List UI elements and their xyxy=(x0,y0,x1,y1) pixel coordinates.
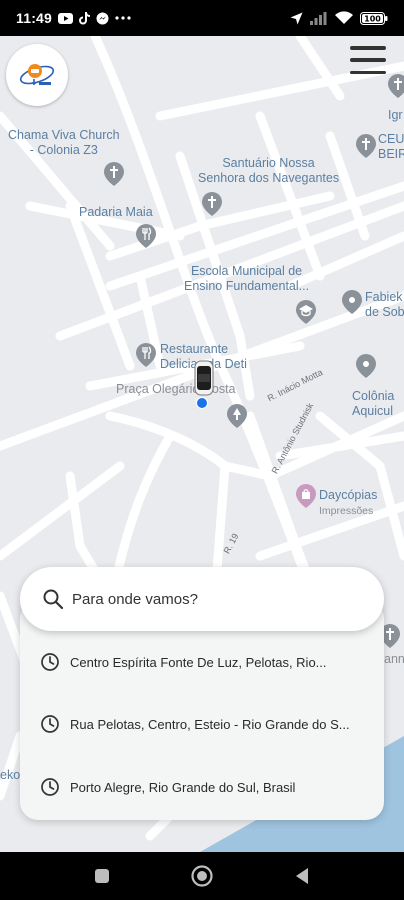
home-circle-icon[interactable] xyxy=(188,862,216,890)
colonia-pin-icon[interactable] xyxy=(356,354,376,378)
recent-destination-label: Rua Pelotas, Centro, Esteio - Rio Grande… xyxy=(70,716,350,732)
wifi-icon xyxy=(335,11,353,25)
recent-destination-label: Porto Alegre, Rio Grande do Sul, Brasil xyxy=(70,779,296,795)
search-placeholder: Para onde vamos? xyxy=(72,590,198,608)
park-pin-icon[interactable] xyxy=(227,404,247,428)
menu-line xyxy=(350,46,386,50)
battery-icon: 100 xyxy=(360,11,388,25)
restaurant-pin-icon[interactable] xyxy=(136,224,156,248)
more-dots-icon xyxy=(115,16,131,20)
messenger-icon xyxy=(96,12,109,25)
daycopias-sub-label: Impressões xyxy=(319,505,374,517)
ceu-pin-icon[interactable] xyxy=(356,134,376,158)
escola-label: Escola Municipal de Ensino Fundamental..… xyxy=(184,264,310,293)
praca-label: Praça Olegário Costa xyxy=(116,382,236,396)
system-nav-bar xyxy=(0,852,404,900)
recent-destination-item[interactable]: Rua Pelotas, Centro, Esteio - Rio Grande… xyxy=(40,704,384,744)
church-pin-icon[interactable] xyxy=(104,162,124,186)
recent-destination-label: Centro Espírita Fonte De Luz, Pelotas, R… xyxy=(70,654,327,670)
status-bar: 11:49 100 xyxy=(0,0,404,36)
sanctuary-label: Santuário Nossa Senhora dos Navegantes xyxy=(198,156,340,185)
recents-square-icon[interactable] xyxy=(88,862,116,890)
destination-search-bar[interactable]: Para onde vamos? xyxy=(20,567,384,631)
recent-destination-item[interactable]: Centro Espírita Fonte De Luz, Pelotas, R… xyxy=(40,642,384,682)
back-triangle-icon[interactable] xyxy=(288,862,316,890)
car-marker-icon xyxy=(193,360,215,396)
svg-text:100: 100 xyxy=(364,14,381,23)
signal-icon xyxy=(310,11,328,25)
right-edge-label: ann xyxy=(384,652,404,666)
ceu-label: CEU BEIR xyxy=(378,132,404,161)
location-arrow-icon xyxy=(290,12,303,25)
menu-line xyxy=(350,58,386,62)
restaurant-deti-pin-icon[interactable] xyxy=(136,343,156,367)
tiktok-icon xyxy=(79,11,91,25)
padaria-label: Padaria Maia xyxy=(79,205,153,219)
igreja-label: Igr xyxy=(388,108,403,122)
left-edge-label: eko xyxy=(0,768,21,782)
status-time: 11:49 xyxy=(16,10,53,26)
clock-icon xyxy=(41,778,59,796)
recent-destinations-panel: Centro Espírita Fonte De Luz, Pelotas, R… xyxy=(20,600,384,820)
menu-line xyxy=(350,70,386,74)
app-screen: 11:49 100 Chama Viva Church - Colonia Z3… xyxy=(0,0,404,900)
sanctuary-pin-icon[interactable] xyxy=(202,192,222,216)
search-icon xyxy=(43,589,64,610)
church-label: Chama Viva Church - Colonia Z3 xyxy=(8,128,120,157)
daycopias-label: Daycópias xyxy=(319,488,378,502)
menu-button[interactable] xyxy=(348,44,388,76)
school-pin-icon[interactable] xyxy=(296,300,316,324)
colonia-label: Colônia Aquicul xyxy=(352,389,395,418)
youtube-icon xyxy=(58,12,74,24)
fabiek-pin-icon[interactable] xyxy=(342,290,362,314)
fabiek-label: Fabiek de Sob xyxy=(365,290,404,319)
recent-destination-item[interactable]: Porto Alegre, Rio Grande do Sul, Brasil xyxy=(40,767,384,807)
shopping-pin-icon[interactable] xyxy=(296,484,316,508)
clock-icon xyxy=(41,653,59,671)
igreja-pin-icon[interactable] xyxy=(388,74,404,98)
current-location-dot xyxy=(196,397,208,409)
app-logo-icon[interactable] xyxy=(6,44,68,106)
clock-icon xyxy=(41,715,59,733)
